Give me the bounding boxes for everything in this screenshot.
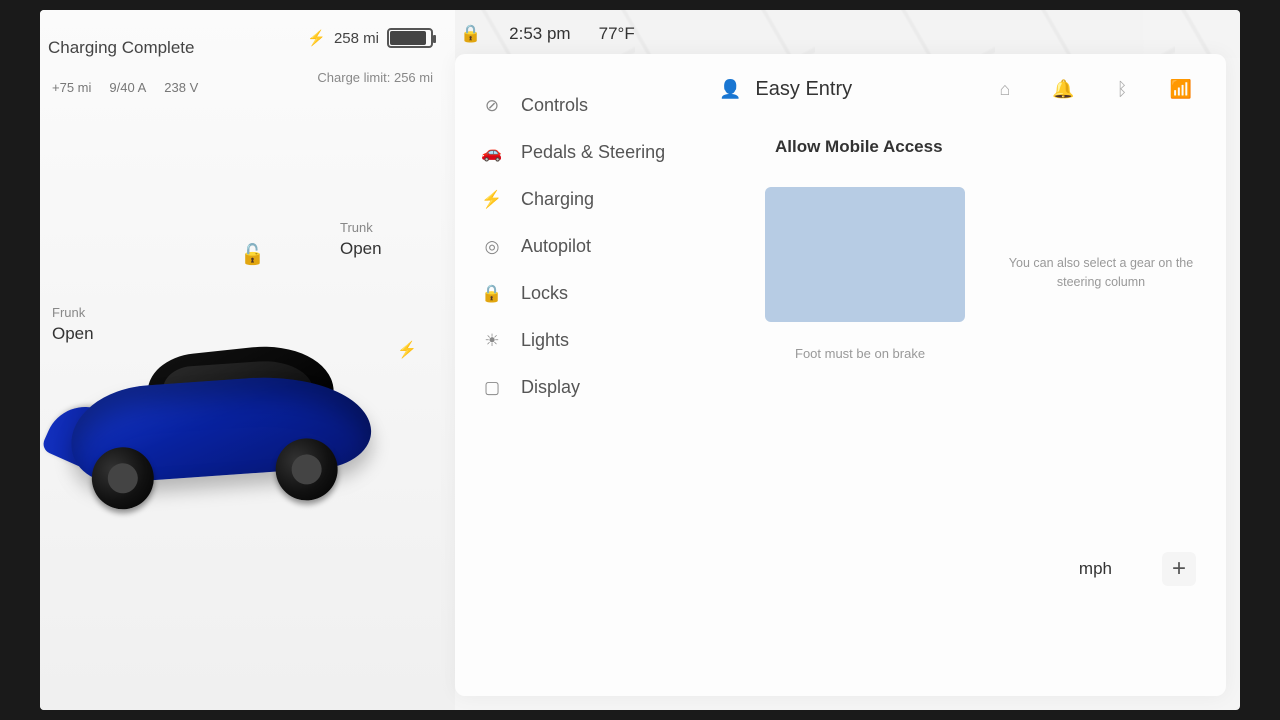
- settings-panel: ⊘ Controls 🚗 Pedals & Steering ⚡ Chargin…: [455, 54, 1226, 696]
- driver-profile-button[interactable]: 👤 Easy Entry: [719, 78, 852, 101]
- nav-label: Display: [521, 377, 580, 398]
- clock: 2:53 pm: [509, 24, 570, 44]
- car-render[interactable]: [40, 307, 417, 532]
- frunk-label: Frunk: [52, 305, 94, 320]
- profile-name-label: Easy Entry: [755, 78, 852, 101]
- brake-hint-text: Foot must be on brake: [795, 346, 1196, 361]
- nav-label: Charging: [521, 189, 594, 210]
- nav-label: Controls: [521, 95, 588, 116]
- homelink-icon[interactable]: ⌂: [999, 79, 1010, 100]
- nav-display[interactable]: ▢ Display: [455, 364, 705, 411]
- range-value: 258 mi: [334, 30, 379, 47]
- charge-volts: 238 V: [164, 80, 198, 95]
- speed-unit-label: mph: [1079, 559, 1112, 579]
- gear-selector-card[interactable]: [765, 187, 965, 322]
- bolt-icon: ⚡: [307, 29, 326, 47]
- gear-hint-text: You can also select a gear on the steeri…: [996, 254, 1206, 292]
- status-bar: 🔒 2:53 pm 77°F: [460, 18, 1220, 50]
- nav-locks[interactable]: 🔒 Locks: [455, 270, 705, 317]
- nav-charging[interactable]: ⚡ Charging: [455, 176, 705, 223]
- bolt-icon: ⚡: [481, 190, 503, 210]
- nav-label: Lights: [521, 330, 569, 351]
- nav-label: Pedals & Steering: [521, 142, 665, 163]
- person-icon: 👤: [719, 79, 741, 100]
- nav-lights[interactable]: ☀ Lights: [455, 317, 705, 364]
- nav-pedals-steering[interactable]: 🚗 Pedals & Steering: [455, 129, 705, 176]
- car-icon: 🚗: [481, 143, 503, 163]
- charge-limit-label: Charge limit: 256 mi: [317, 70, 433, 85]
- steering-icon: ◎: [481, 237, 503, 257]
- lock-icon: 🔒: [481, 284, 503, 304]
- settings-content: 👤 Easy Entry ⌂ 🔔 ᛒ 📶 Allow Mobile Access…: [705, 54, 1226, 696]
- notifications-icon[interactable]: 🔔: [1052, 79, 1074, 100]
- trunk-label: Trunk: [340, 220, 382, 235]
- wifi-icon[interactable]: 📶: [1170, 79, 1192, 100]
- charge-amps: 9/40 A: [109, 80, 146, 95]
- allow-mobile-access-label: Allow Mobile Access: [775, 137, 1196, 157]
- nav-autopilot[interactable]: ◎ Autopilot: [455, 223, 705, 270]
- car-status-panel: Charging Complete ⚡ 258 mi +75 mi 9/40 A…: [40, 10, 455, 710]
- nav-label: Autopilot: [521, 236, 591, 257]
- range-row: ⚡ 258 mi: [307, 28, 433, 48]
- settings-nav: ⊘ Controls 🚗 Pedals & Steering ⚡ Chargin…: [455, 54, 705, 696]
- trunk-control[interactable]: Trunk Open: [340, 220, 382, 259]
- bluetooth-icon[interactable]: ᛒ: [1117, 79, 1128, 100]
- nav-controls[interactable]: ⊘ Controls: [455, 82, 705, 129]
- controls-icon: ⊘: [481, 96, 503, 116]
- unlock-icon[interactable]: 🔓: [240, 242, 265, 267]
- trunk-state: Open: [340, 239, 382, 259]
- speed-value-row: mph +: [1079, 552, 1196, 586]
- display-icon: ▢: [481, 378, 503, 398]
- added-range: +75 mi: [52, 80, 91, 95]
- sun-icon: ☀: [481, 331, 503, 351]
- lock-icon[interactable]: 🔒: [460, 24, 481, 44]
- outside-temp: 77°F: [599, 24, 635, 44]
- profile-row: 👤 Easy Entry ⌂ 🔔 ᛒ 📶: [715, 74, 1196, 125]
- battery-icon: [387, 28, 433, 48]
- nav-label: Locks: [521, 283, 568, 304]
- increase-button[interactable]: +: [1162, 552, 1196, 586]
- vehicle-touchscreen: Charging Complete ⚡ 258 mi +75 mi 9/40 A…: [40, 10, 1240, 710]
